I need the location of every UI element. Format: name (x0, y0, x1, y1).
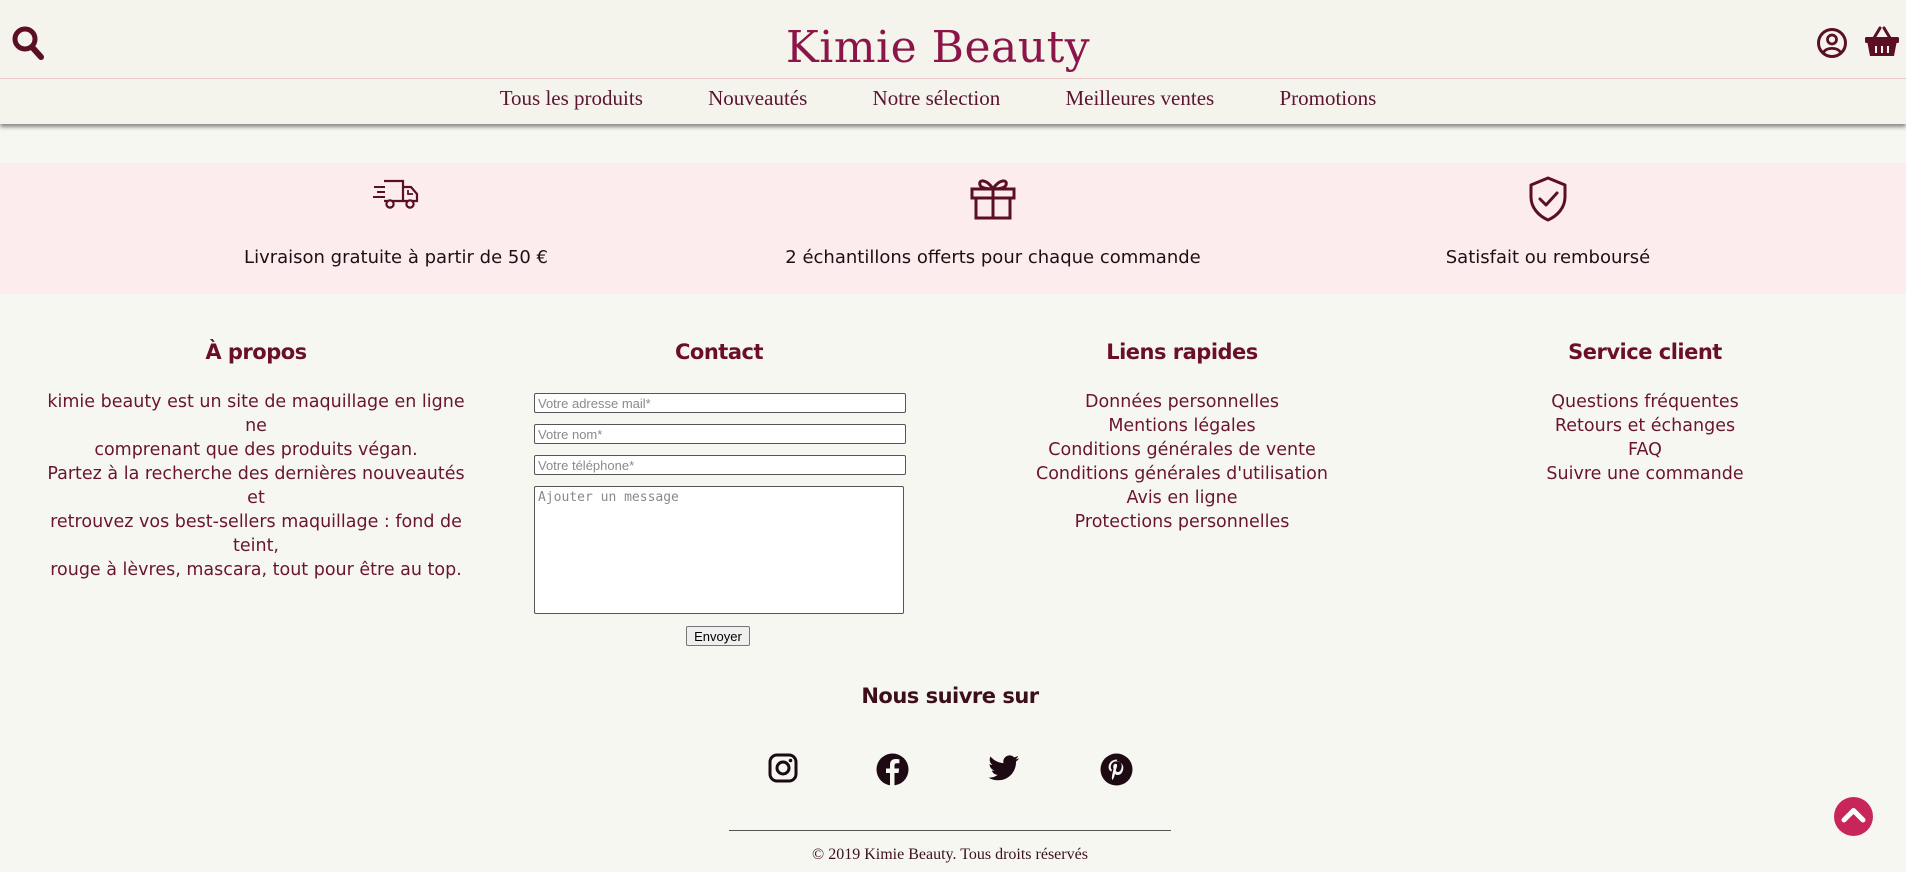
chevron-up-icon (1841, 808, 1866, 823)
user-circle-icon[interactable] (1816, 27, 1848, 64)
instagram-icon[interactable] (768, 753, 798, 788)
basket-icon[interactable] (1864, 25, 1900, 64)
service-link-faq-questions[interactable]: Questions fréquentes (1435, 390, 1855, 414)
service-link-returns[interactable]: Retours et échanges (1435, 414, 1855, 438)
feature-text: Satisfait ou remboursé (1445, 247, 1651, 268)
about-line: Partez à la recherche des dernières nouv… (47, 464, 465, 508)
quick-links-list: Données personnelles Mentions légales Co… (972, 390, 1392, 534)
about-line: comprenant que des produits végan. (94, 440, 418, 460)
copyright-text: © 2019 Kimie Beauty. Tous droits réservé… (812, 846, 1088, 863)
about-line: kimie beauty est un site de maquillage e… (47, 392, 465, 436)
nav-item-new[interactable]: Nouveautés (708, 86, 807, 111)
customer-service-title: Service client (1568, 340, 1722, 364)
scroll-to-top-button[interactable] (1834, 797, 1873, 836)
follow-title: Nous suivre sur (861, 684, 1039, 708)
email-field[interactable] (534, 393, 906, 413)
quick-link-personal-data[interactable]: Données personnelles (972, 390, 1392, 414)
brand-logo[interactable]: Kimie Beauty (0, 22, 1876, 73)
service-link-faq[interactable]: FAQ (1435, 438, 1855, 462)
facebook-icon[interactable] (876, 753, 909, 791)
about-line: rouge à lèvres, mascara, tout pour être … (50, 560, 462, 580)
site-header: Kimie Beauty Tous les produits Nouveauté… (0, 0, 1906, 124)
truck-icon (372, 173, 420, 218)
quick-link-protections[interactable]: Protections personnelles (972, 510, 1392, 534)
header-top: Kimie Beauty (0, 0, 1906, 79)
service-link-track-order[interactable]: Suivre une commande (1435, 462, 1855, 486)
contact-section: Contact (509, 340, 929, 364)
about-line: retrouvez vos best-sellers maquillage : … (50, 512, 462, 556)
quick-links-section: Liens rapides Données personnelles Menti… (972, 340, 1392, 534)
shield-check-icon (1524, 175, 1572, 228)
nav-item-all-products[interactable]: Tous les produits (500, 86, 643, 111)
customer-service-list: Questions fréquentes Retours et échanges… (1435, 390, 1855, 486)
about-section: À propos kimie beauty est un site de maq… (46, 340, 466, 582)
quick-link-terms-of-sale[interactable]: Conditions générales de vente (972, 438, 1392, 462)
nav-item-promotions[interactable]: Promotions (1279, 86, 1376, 111)
about-text: kimie beauty est un site de maquillage e… (46, 390, 466, 582)
message-textarea[interactable] (534, 486, 904, 614)
contact-title: Contact (675, 340, 764, 364)
quick-link-legal[interactable]: Mentions légales (972, 414, 1392, 438)
name-field[interactable] (534, 424, 906, 444)
pinterest-icon[interactable] (1100, 753, 1133, 791)
quick-links-title: Liens rapides (1106, 340, 1258, 364)
quick-link-reviews[interactable]: Avis en ligne (972, 486, 1392, 510)
send-button[interactable]: Envoyer (686, 626, 750, 646)
feature-text: 2 échantillons offerts pour chaque comma… (785, 247, 1201, 268)
about-title: À propos (205, 340, 307, 364)
footer-divider (729, 830, 1171, 831)
quick-link-terms-of-use[interactable]: Conditions générales d'utilisation (972, 462, 1392, 486)
nav-item-best-sellers[interactable]: Meilleures ventes (1065, 86, 1214, 111)
twitter-icon[interactable] (988, 755, 1020, 788)
nav-item-selection[interactable]: Notre sélection (873, 86, 1001, 111)
feature-text: Livraison gratuite à partir de 50 € (244, 247, 548, 268)
gift-icon (969, 175, 1017, 226)
main-nav: Tous les produits Nouveautés Notre sélec… (0, 86, 1876, 111)
features-band: Livraison gratuite à partir de 50 € 2 éc… (0, 163, 1906, 294)
phone-field[interactable] (534, 455, 906, 475)
customer-service-section: Service client Questions fréquentes Reto… (1435, 340, 1855, 486)
